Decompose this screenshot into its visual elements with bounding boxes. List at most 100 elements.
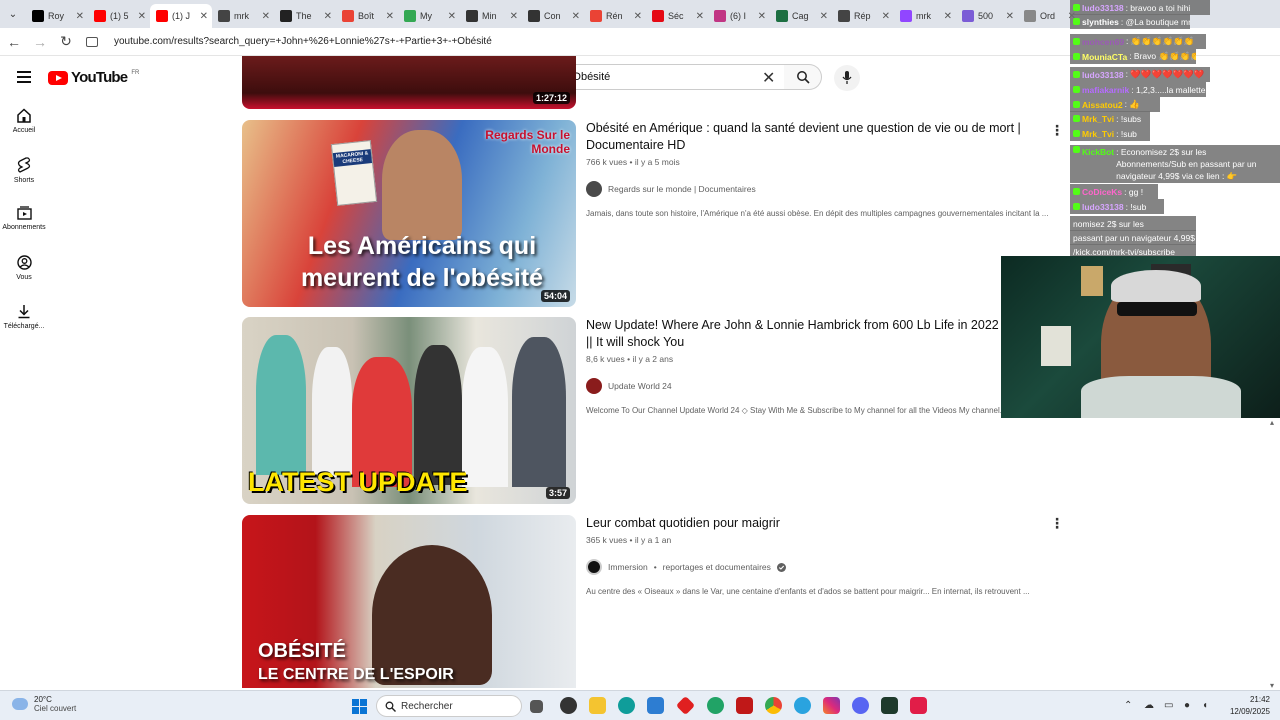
- sidebar-item-downloads[interactable]: Téléchargé...: [0, 296, 48, 345]
- tab-close-icon[interactable]: ✕: [820, 11, 828, 22]
- sidebar-item-you[interactable]: Vous: [0, 247, 48, 296]
- tab-close-icon[interactable]: ✕: [572, 11, 580, 22]
- tiktok-icon[interactable]: [910, 697, 927, 714]
- search-result-3[interactable]: OBÉSITÉ LE CENTRE DE L'ESPOIR Leur comba…: [242, 515, 1070, 688]
- chat-username: Mrk_Tvi: [1082, 113, 1115, 124]
- app-icon-dark[interactable]: [881, 697, 898, 714]
- page-scrollbar[interactable]: ▴ ▾: [1268, 418, 1280, 690]
- system-clock[interactable]: 21:42 12/09/2025: [1222, 694, 1270, 718]
- youtube-logo[interactable]: YouTube FR: [48, 69, 139, 86]
- sidebar-item-shorts[interactable]: Shorts: [0, 149, 48, 198]
- mcafee-icon[interactable]: [736, 697, 753, 714]
- tab-list-button[interactable]: ⌄: [0, 0, 26, 28]
- show-hidden-icons[interactable]: ⌃: [1124, 700, 1132, 711]
- video-thumbnail[interactable]: MACARONI & CHEESE Regards Sur le Monde L…: [242, 120, 576, 307]
- video-title[interactable]: Leur combat quotidien pour maigrir: [586, 515, 1056, 532]
- video-thumbnail[interactable]: OBÉSITÉ LE CENTRE DE L'ESPOIR: [242, 515, 576, 688]
- scroll-up-icon[interactable]: ▴: [1270, 418, 1274, 427]
- search-result-2[interactable]: LATEST UPDATE 3:57 New Update! Where Are…: [242, 317, 1070, 504]
- tab-close-icon[interactable]: ✕: [448, 11, 456, 22]
- scroll-down-icon[interactable]: ▾: [1270, 681, 1274, 690]
- browser-tab[interactable]: 500 ✕: [956, 4, 1018, 28]
- app-icon-1[interactable]: [560, 697, 577, 714]
- volume-icon[interactable]: ◖: [1202, 700, 1208, 711]
- browser-tab[interactable]: The ✕: [274, 4, 336, 28]
- tab-close-icon[interactable]: ✕: [200, 11, 208, 22]
- channel-row[interactable]: Regards sur le monde | Documentaires: [586, 181, 1056, 197]
- chat-message: mohcen69: 👏👏👏👏👏👏: [1070, 34, 1206, 49]
- channel-avatar[interactable]: [586, 559, 602, 575]
- browser-tab[interactable]: Boît ✕: [336, 4, 398, 28]
- telegram-icon[interactable]: [794, 697, 811, 714]
- microphone-tray-icon[interactable]: ●: [1184, 700, 1190, 711]
- back-button[interactable]: ←: [2, 30, 26, 54]
- browser-tab[interactable]: My ✕: [398, 4, 460, 28]
- channel-avatar[interactable]: [586, 378, 602, 394]
- edge-icon[interactable]: [618, 697, 635, 714]
- channel-row[interactable]: Update World 24: [586, 378, 1002, 394]
- browser-tab[interactable]: Cag ✕: [770, 4, 832, 28]
- site-info-icon[interactable]: [86, 36, 98, 47]
- browser-tab[interactable]: (1) J ✕: [150, 4, 212, 28]
- tab-close-icon[interactable]: ✕: [386, 11, 394, 22]
- thumbnail-caption: Les Américains qui meurent de l'obésité: [300, 232, 544, 292]
- chrome-icon[interactable]: [765, 697, 782, 714]
- url-field[interactable]: youtube.com/results?search_query=+John+%…: [114, 36, 492, 47]
- browser-tab[interactable]: mrk ✕: [212, 4, 274, 28]
- store-icon[interactable]: [647, 697, 664, 714]
- tab-close-icon[interactable]: ✕: [138, 11, 146, 22]
- tab-close-icon[interactable]: ✕: [510, 11, 518, 22]
- video-thumbnail[interactable]: LATEST UPDATE 3:57: [242, 317, 576, 504]
- browser-tab[interactable]: mrk ✕: [894, 4, 956, 28]
- video-thumbnail[interactable]: 1:27:12: [242, 56, 576, 109]
- discord-icon[interactable]: [852, 697, 869, 714]
- browser-tab[interactable]: (1) 5 ✕: [88, 4, 150, 28]
- chat-badge-icon: [1073, 203, 1080, 210]
- app-icon-green[interactable]: [707, 697, 724, 714]
- video-title[interactable]: New Update! Where Are John & Lonnie Hamb…: [586, 317, 1002, 351]
- browser-tab[interactable]: Min ✕: [460, 4, 522, 28]
- search-result-1[interactable]: MACARONI & CHEESE Regards Sur le Monde L…: [242, 120, 1070, 307]
- result-partial-top[interactable]: 1:27:12: [242, 56, 1070, 109]
- task-view-icon[interactable]: [530, 700, 543, 713]
- tab-close-icon[interactable]: ✕: [696, 11, 704, 22]
- channel-name[interactable]: Update World 24: [608, 381, 672, 391]
- tab-close-icon[interactable]: ✕: [76, 11, 84, 22]
- channel-name[interactable]: Regards sur le monde | Documentaires: [608, 184, 756, 194]
- tab-close-icon[interactable]: ✕: [758, 11, 766, 22]
- channel-avatar[interactable]: [586, 181, 602, 197]
- tab-close-icon[interactable]: ✕: [1006, 11, 1014, 22]
- instagram-icon[interactable]: [823, 697, 840, 714]
- reload-button[interactable]: ↻: [54, 30, 78, 54]
- weather-widget[interactable]: 20°C Ciel couvert: [12, 695, 76, 713]
- youtube-sidebar: Accueil Shorts Abonnements Vous Téléchar…: [0, 100, 48, 345]
- browser-tab[interactable]: Séc ✕: [646, 4, 708, 28]
- more-options-icon[interactable]: ⋮: [1050, 122, 1064, 139]
- tab-close-icon[interactable]: ✕: [882, 11, 890, 22]
- more-options-icon[interactable]: ⋮: [1050, 515, 1064, 532]
- sidebar-item-subscriptions[interactable]: Abonnements: [0, 198, 48, 247]
- onedrive-icon[interactable]: ☁: [1144, 700, 1154, 711]
- tab-close-icon[interactable]: ✕: [262, 11, 270, 22]
- forward-button[interactable]: →: [28, 30, 52, 54]
- network-icon[interactable]: ▭: [1164, 700, 1173, 711]
- menu-icon[interactable]: [17, 71, 31, 83]
- video-title[interactable]: Obésité en Amérique : quand la santé dev…: [586, 120, 1056, 154]
- taskbar-search-input[interactable]: Rechercher: [376, 695, 522, 717]
- app-icon-red[interactable]: [675, 695, 696, 716]
- browser-tab[interactable]: Rén ✕: [584, 4, 646, 28]
- channel-row[interactable]: Immersion • reportages et documentaires: [586, 559, 1056, 575]
- browser-tab[interactable]: Rép ✕: [832, 4, 894, 28]
- video-meta: 766 k vues • il y a 5 mois: [586, 157, 680, 167]
- tab-close-icon[interactable]: ✕: [634, 11, 642, 22]
- windows-start-icon[interactable]: [352, 699, 367, 714]
- sidebar-item-home[interactable]: Accueil: [0, 100, 48, 149]
- browser-tab[interactable]: Roy ✕: [26, 4, 88, 28]
- browser-tab[interactable]: Con ✕: [522, 4, 584, 28]
- channel-name[interactable]: Immersion: [608, 562, 648, 572]
- browser-tab[interactable]: (6) I ✕: [708, 4, 770, 28]
- file-explorer-icon[interactable]: [589, 697, 606, 714]
- taskbar-search-icon: [385, 701, 396, 712]
- tab-close-icon[interactable]: ✕: [324, 11, 332, 22]
- tab-close-icon[interactable]: ✕: [944, 11, 952, 22]
